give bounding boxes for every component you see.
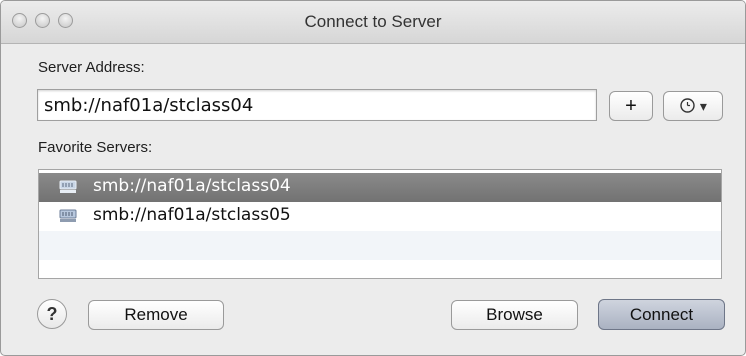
server-address-label: Server Address: — [38, 59, 145, 76]
network-server-icon — [59, 180, 77, 193]
favorite-server-label: smb://naf01a/stclass05 — [93, 205, 291, 225]
window-title: Connect to Server — [304, 12, 442, 31]
title-bar[interactable]: Connect to Server — [1, 1, 745, 44]
connect-button[interactable]: Connect — [598, 299, 725, 330]
favorite-server-label: smb://naf01a/stclass04 — [93, 176, 291, 196]
chevron-down-icon: ▾ — [699, 98, 707, 114]
help-button[interactable]: ? — [37, 299, 67, 329]
favorite-servers-label: Favorite Servers: — [38, 139, 153, 156]
clock-icon — [680, 98, 695, 113]
server-address-input[interactable] — [37, 89, 597, 121]
network-server-icon — [59, 209, 77, 222]
favorite-server-item[interactable]: smb://naf01a/stclass05 — [39, 202, 721, 231]
empty-row — [39, 231, 721, 260]
recent-servers-button[interactable]: ▾ — [663, 91, 723, 121]
favorite-servers-list[interactable]: smb://naf01a/stclass04 smb://naf01a/stcl… — [38, 169, 722, 279]
remove-button[interactable]: Remove — [88, 300, 224, 330]
add-favorite-button[interactable]: + — [609, 91, 653, 121]
connect-to-server-window: Connect to Server Server Address: + ▾ Fa… — [0, 0, 746, 356]
browse-button[interactable]: Browse — [451, 300, 578, 330]
favorite-server-item[interactable]: smb://naf01a/stclass04 — [39, 173, 721, 202]
